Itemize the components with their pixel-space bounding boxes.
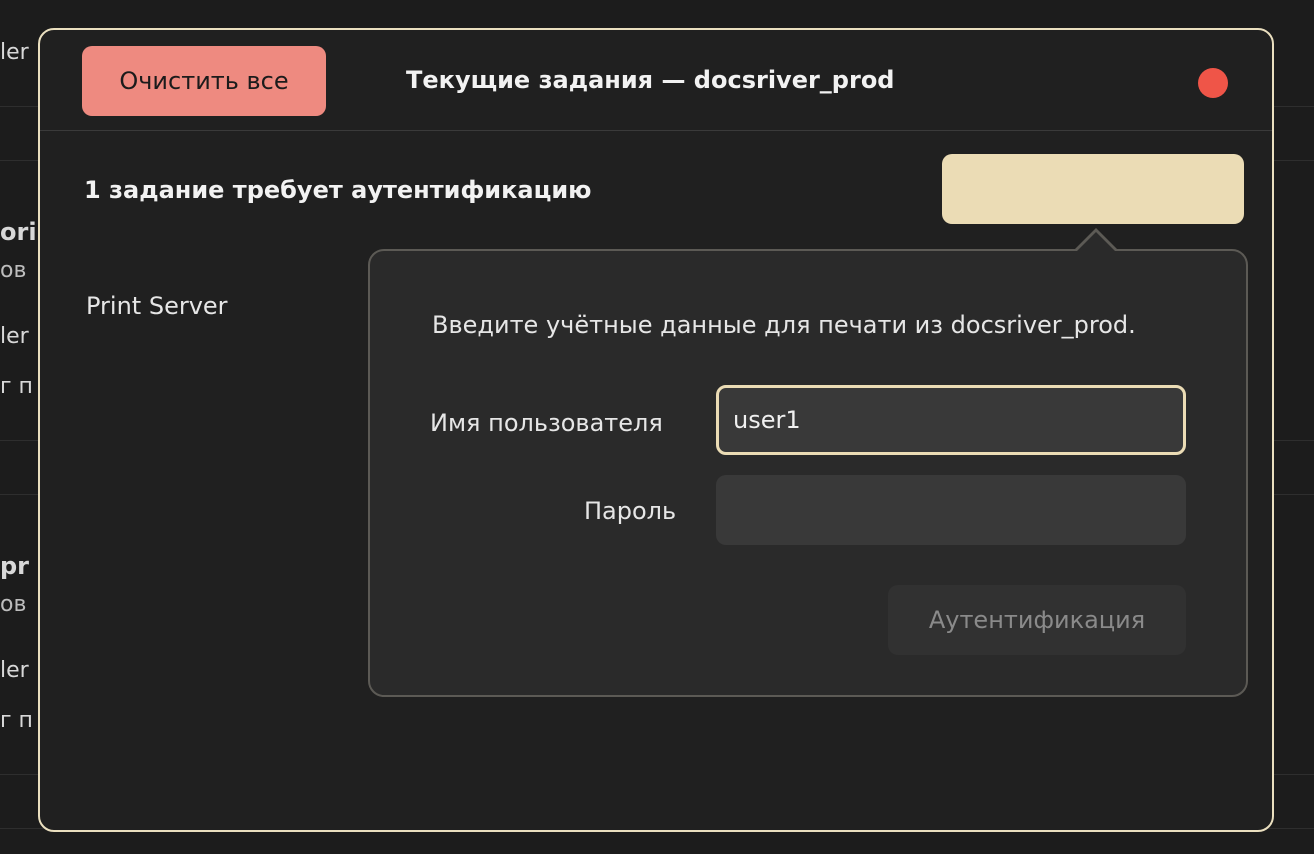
background-printer-name: ori (0, 218, 37, 246)
background-text: г п (0, 374, 33, 399)
background-text: ов (0, 592, 27, 617)
dialog-title: Текущие задания — docsriver_prod (406, 66, 895, 94)
popover-arrow-fill (1076, 232, 1116, 252)
background-text: ов (0, 258, 27, 283)
background-printer-name: pr (0, 552, 30, 580)
authenticate-popover-button[interactable] (942, 154, 1244, 224)
username-input[interactable] (716, 385, 1186, 455)
background-text: г п (0, 708, 33, 733)
background-text: ler (0, 324, 29, 349)
credentials-prompt: Введите учётные данные для печати из doc… (432, 311, 1136, 339)
password-input[interactable] (716, 475, 1186, 545)
background-text: ler (0, 40, 29, 65)
authenticate-button[interactable]: Аутентификация (888, 585, 1186, 655)
print-server-label: Print Server (86, 292, 228, 320)
password-label: Пароль (584, 497, 677, 525)
background-text: ler (0, 658, 29, 683)
authentication-popover: Введите учётные данные для печати из doc… (368, 249, 1248, 697)
username-label: Имя пользователя (430, 409, 663, 437)
auth-required-notice: 1 задание требует аутентификацию (84, 176, 592, 204)
close-icon[interactable] (1198, 68, 1228, 98)
clear-all-button[interactable]: Очистить все (82, 46, 326, 116)
print-jobs-dialog: Очистить все Текущие задания — docsriver… (38, 28, 1274, 832)
dialog-titlebar: Очистить все Текущие задания — docsriver… (40, 30, 1272, 131)
